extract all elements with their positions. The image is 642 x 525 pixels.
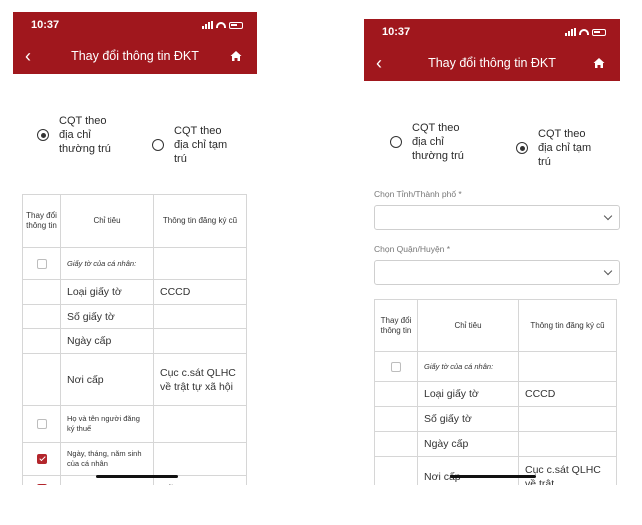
radio-temporary-label: CQT theo địa chỉ tạm trú [538,128,592,168]
row-value [153,328,247,354]
row-label: Nơi cấp [60,353,154,406]
radio-temporary-address[interactable]: CQT theo địa chỉ tạm trú [516,127,616,169]
signal-icon [565,28,576,36]
table-header-row: Thay đổi thông tin Chỉ tiêu Thông tin đă… [22,194,247,248]
wifi-icon [579,29,589,35]
row-label: Số giấy tờ [417,406,519,432]
table-row: Ngày cấp [22,328,247,354]
column-header-change: Thay đổi thông tin [22,194,61,248]
chevron-down-icon [603,266,613,276]
column-header-field: Chỉ tiêu [417,299,519,352]
district-select[interactable] [374,260,620,285]
address-type-radio-group: CQT theo địa chỉ thường trú CQT theo địa… [364,113,620,195]
column-header-field: Chỉ tiêu [60,194,154,248]
row-value: CCCD [153,279,247,305]
row-value [153,442,247,476]
radio-permanent-address[interactable]: CQT theo địa chỉ thường trú [37,114,127,156]
nav-bar: ‹ Thay đổi thông tin ĐKT [364,45,620,81]
radio-permanent-label: CQT theo địa chỉ thường trú [412,122,464,162]
radio-permanent-address[interactable]: CQT theo địa chỉ thường trú [390,121,490,163]
row-value: Cục c.sát QLHC về trật [518,456,617,485]
row-label: Giấy tờ của cá nhân: [60,247,154,280]
row-label: Loại giấy tờ [60,279,154,305]
status-time: 10:37 [382,26,411,38]
home-icon[interactable] [227,47,245,65]
phone-screen-left: 10:37 ‹ Thay đổi thông tin ĐKT CQT theo … [13,12,257,485]
back-icon[interactable]: ‹ [376,54,394,72]
row-label: Loại giấy tờ [417,381,519,407]
home-indicator [96,475,178,478]
table-header-row: Thay đổi thông tin Chỉ tiêu Thông tin đă… [374,299,617,352]
row-label: Giấy tờ của cá nhân: [417,351,519,382]
province-select[interactable] [374,205,620,230]
address-type-radio-group: CQT theo địa chỉ thường trú CQT theo địa… [13,104,257,186]
row-value [518,351,617,382]
home-indicator [450,475,536,478]
table-row: Loại giấy tờ CCCD [22,279,247,305]
row-checkbox-checked[interactable] [36,483,47,485]
row-value: CCCD [518,381,617,407]
table-row: Giấy tờ của cá nhân: [374,351,617,382]
row-label: Ngày cấp [417,431,519,457]
status-time: 10:37 [31,19,60,31]
radio-temporary-label: CQT theo địa chỉ tạm trú [174,125,228,165]
table-row: Nơi cấp Cục c.sát QLHC về trật [374,456,617,485]
radio-permanent-label: CQT theo địa chỉ thường trú [59,115,111,155]
column-header-registered: Thông tin đăng ký cũ [153,194,247,248]
status-icons [202,21,243,29]
radio-button-checked[interactable] [37,129,49,141]
table-row: Ngày cấp [374,431,617,457]
table-row: Họ và tên người đăng ký thuế [22,405,247,443]
district-label: Chọn Quận/Huyện * [374,244,451,254]
radio-button-checked[interactable] [516,142,528,154]
status-icons [565,28,606,36]
registration-info-table: Thay đổi thông tin Chỉ tiêu Thông tin đă… [374,299,617,485]
battery-icon [229,21,243,29]
row-checkbox[interactable] [36,258,47,269]
row-checkbox[interactable] [391,361,401,372]
wifi-icon [216,22,226,28]
table-row: Số giấy tờ [22,304,247,329]
table-row: Số giấy tờ [374,406,617,432]
page-title: Thay đổi thông tin ĐKT [428,56,556,70]
nav-bar: ‹ Thay đổi thông tin ĐKT [13,38,257,74]
radio-temporary-address[interactable]: CQT theo địa chỉ tạm trú [152,124,252,166]
column-header-registered: Thông tin đăng ký cũ [518,299,617,352]
radio-button-unchecked[interactable] [152,139,164,151]
status-bar: 10:37 [364,19,620,45]
row-value [153,304,247,329]
row-checkbox[interactable] [36,419,47,429]
province-field: Chọn Tỉnh/Thành phố * [364,189,620,230]
row-label: Ngày cấp [60,328,154,354]
row-label: Họ và tên người đăng ký thuế [60,405,154,443]
back-icon[interactable]: ‹ [25,47,43,65]
table-row: Loại giấy tờ CCCD [374,381,617,407]
row-value: Cục c.sát QLHC về trật tự xã hội [153,353,247,406]
signal-icon [202,21,213,29]
row-label: Số giấy tờ [60,304,154,329]
radio-button-unchecked[interactable] [390,136,402,148]
column-header-change: Thay đổi thông tin [374,299,418,352]
phone-screen-right: 10:37 ‹ Thay đổi thông tin ĐKT CQT theo … [364,19,620,485]
battery-icon [592,28,606,36]
district-field: Chọn Quận/Huyện * [364,244,620,285]
row-value [153,405,247,443]
page-title: Thay đổi thông tin ĐKT [71,49,199,63]
row-label: Ngày, tháng, năm sinh của cá nhân [60,442,154,476]
chevron-down-icon [603,211,613,221]
row-value [518,406,617,432]
status-bar: 10:37 [13,12,257,38]
row-label: Nơi cấp [417,456,519,485]
table-row: Giấy tờ của cá nhân: [22,247,247,280]
row-value [518,431,617,457]
row-value [153,247,247,280]
registration-info-table: Thay đổi thông tin Chỉ tiêu Thông tin đă… [22,194,247,485]
row-checkbox-checked[interactable] [36,454,47,464]
home-icon[interactable] [590,54,608,72]
table-row: Nơi cấp Cục c.sát QLHC về trật tự xã hội [22,353,247,406]
table-row: Ngày, tháng, năm sinh của cá nhân [22,442,247,476]
